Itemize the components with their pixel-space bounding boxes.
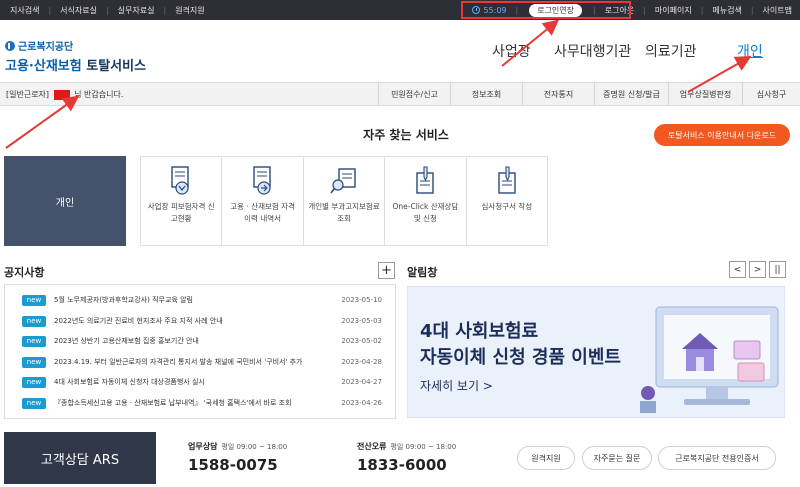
annotation-highlight-box: [461, 1, 631, 19]
notice-title[interactable]: 『종합소득세신고용 고용 · 산재보험료 납부내역』 '국세청 홈택스'에서 바…: [54, 398, 314, 408]
banner-more-link[interactable]: 자세히 보기 >: [420, 377, 493, 394]
link-mypage[interactable]: 마이페이지: [655, 5, 692, 16]
submenu-review-request[interactable]: 심사청구: [742, 83, 800, 105]
contact-number: 1588-0075: [188, 456, 278, 474]
link-practical-materials[interactable]: 실무자료실: [118, 5, 155, 16]
gnb-agency[interactable]: 사무대행기관: [554, 41, 631, 61]
notice-title[interactable]: 2022년도 의료기관 진료비 현지조사 주요 지적 사례 안내: [54, 316, 314, 326]
frequent-services-list: 사업장 피보험자격 신고현황 고용 · 산재보험 자격 이력 내역서 개인별 부…: [140, 156, 548, 246]
gnb-business[interactable]: 사업장: [492, 41, 531, 61]
service-label: 심사청구서 작성: [481, 202, 533, 211]
pen-document-icon: [416, 166, 435, 194]
notice-title[interactable]: 2023년 상반기 고용산재보험 집중 홍보기간 안내: [54, 336, 314, 346]
notice-date: 2023-05-10: [341, 296, 382, 304]
notice-list: new 5월 노무제공자(방과후학교강사) 직무교육 알림 2023-05-10…: [4, 284, 396, 419]
notice-item[interactable]: new 2023년 상반기 고용산재보험 집중 홍보기간 안내 2023-05-…: [22, 335, 382, 347]
remote-support-button[interactable]: 원격지원: [517, 446, 575, 470]
notice-title[interactable]: 2023.4.19. 부터 일반근로자의 자격관리 통지서 발송 채널에 국민비…: [54, 357, 314, 367]
top-utility-bar: 지사검색 | 서식자료실 | 실무자료실 | 원격지원 55:09 | 로그인연…: [0, 0, 800, 20]
document-download-icon: [171, 166, 189, 195]
banner-illustration: [640, 306, 779, 413]
service-label: 개인별 부과고지보험료 조회: [308, 202, 380, 223]
contact-hours: 평일 09:00 ~ 18:00: [221, 443, 288, 451]
gnb-personal[interactable]: 개인: [737, 41, 763, 61]
link-sitemap[interactable]: 사이트맵: [763, 5, 792, 16]
notice-item[interactable]: new 4대 사회보험료 자동이체 신청자 대상경품행사 실시 2023-04-…: [22, 376, 382, 388]
event-banner[interactable]: 4대 사회보험료 자동이체 신청 경품 이벤트 자세히 보기 >: [407, 286, 785, 418]
submenu-certificate[interactable]: 증명원 신청/발급: [594, 83, 668, 105]
contact-hours: 평일 09:00 ~ 18:00: [390, 443, 457, 451]
frequent-services-title: 자주 찾는 서비스: [363, 128, 449, 142]
banner-headline-2: 자동이체 신청 경품 이벤트: [420, 347, 621, 368]
service-label: 사업장 피보험자격 신고현황: [147, 202, 215, 223]
notice-title[interactable]: 5월 노무제공자(방과후학교강사) 직무교육 알림: [54, 295, 314, 305]
welcome-text: 님 반갑습니다.: [74, 90, 124, 99]
contact-label: 전산오류: [357, 442, 387, 451]
customer-ars-box: 고객상담 ARS: [4, 432, 156, 484]
logo-mark-icon: [5, 40, 15, 51]
prev-arrow-icon[interactable]: <: [729, 261, 746, 278]
service-label: 고용 · 산재보험 자격 이력 내역서: [230, 202, 295, 223]
service-qualification-history[interactable]: 고용 · 산재보험 자격 이력 내역서: [222, 157, 304, 245]
submenu-e-notice[interactable]: 전자통지: [522, 83, 594, 105]
link-menu-search[interactable]: 메뉴검색: [712, 5, 741, 16]
new-badge: new: [22, 315, 46, 327]
notices-more-button[interactable]: +: [378, 262, 395, 279]
link-branch-search[interactable]: 지사검색: [10, 5, 39, 16]
service-insured-status[interactable]: 사업장 피보험자격 신고현황: [141, 157, 223, 245]
contact-business: 업무상담 평일 09:00 ~ 18:00 1588-0075: [188, 441, 287, 474]
notice-date: 2023-04-28: [341, 358, 382, 366]
document-arrow-icon: [252, 166, 271, 195]
gnb-medical[interactable]: 의료기관: [645, 41, 697, 61]
submenu-disease-judgment[interactable]: 업무상질병판정: [668, 83, 742, 105]
contact-it-error: 전산오류 평일 09:00 ~ 18:00 1833-6000: [357, 441, 456, 474]
notice-date: 2023-04-27: [341, 378, 382, 386]
new-badge: new: [22, 376, 46, 388]
notice-item[interactable]: new 2022년도 의료기관 진료비 현지조사 주요 지적 사례 안내 202…: [22, 315, 382, 327]
service-one-click[interactable]: One-Click 산재상담 및 신청: [385, 157, 467, 245]
sub-menu-bar: [일반근로자] 님 반갑습니다. 민원접수/신고 정보조회 전자통지 증명원 신…: [0, 82, 800, 106]
org-name: 근로복지공단: [18, 42, 74, 53]
banner-headline: 4대 사회보험료: [420, 321, 539, 342]
welcome-message: [일반근로자] 님 반갑습니다.: [6, 89, 123, 100]
new-badge: new: [22, 335, 46, 347]
contact-number: 1833-6000: [357, 456, 447, 474]
service-premium-lookup[interactable]: 개인별 부과고지보험료 조회: [304, 157, 386, 245]
notice-date: 2023-05-03: [341, 317, 382, 325]
search-document-icon: [330, 168, 356, 194]
contact-label: 업무상담: [188, 442, 218, 451]
new-badge: new: [22, 294, 46, 306]
notices-title: 공지사항: [4, 266, 45, 279]
next-arrow-icon[interactable]: >: [749, 261, 766, 278]
notice-item[interactable]: new 2023.4.19. 부터 일반근로자의 자격관리 통지서 발송 채널에…: [22, 356, 382, 368]
new-badge: new: [22, 397, 46, 409]
guide-download-button[interactable]: 토탈서비스 이용안내서 다운로드: [654, 124, 790, 146]
pause-icon[interactable]: ||: [769, 261, 786, 278]
alerts-title: 알림창: [407, 266, 438, 279]
faq-button[interactable]: 자주묻는 질문: [582, 446, 652, 470]
certificate-button[interactable]: 근로복지공단 전용인증서: [658, 446, 776, 470]
link-forms[interactable]: 서식자료실: [60, 5, 97, 16]
new-badge: new: [22, 356, 46, 368]
notice-date: 2023-04-26: [341, 399, 382, 407]
service-review-form[interactable]: 심사청구서 작성: [467, 157, 547, 245]
submenu-civil-complaint[interactable]: 민원접수/신고: [378, 83, 450, 105]
notice-item[interactable]: new 『종합소득세신고용 고용 · 산재보험료 납부내역』 '국세청 홈택스'…: [22, 397, 382, 409]
notice-item[interactable]: new 5월 노무제공자(방과후학교강사) 직무교육 알림 2023-05-10: [22, 294, 382, 306]
notice-date: 2023-05-02: [341, 337, 382, 345]
site-logo[interactable]: 근로복지공단 고용·산재보험 토탈서비스: [5, 38, 146, 74]
personal-category-box[interactable]: 개인: [4, 156, 126, 246]
notice-title[interactable]: 4대 사회보험료 자동이체 신청자 대상경품행사 실시: [54, 377, 314, 387]
pen-form-icon: [498, 166, 516, 194]
service-name-suffix: 토탈서비스: [86, 59, 147, 74]
user-type: [일반근로자]: [6, 90, 50, 99]
link-remote-support[interactable]: 원격지원: [175, 5, 204, 16]
service-name: 고용·산재보험: [5, 59, 82, 74]
carousel-controls: < > ||: [726, 261, 786, 278]
submenu-info-lookup[interactable]: 정보조회: [450, 83, 522, 105]
redacted-name: [53, 89, 70, 100]
service-label: One-Click 산재상담 및 신청: [392, 202, 459, 223]
